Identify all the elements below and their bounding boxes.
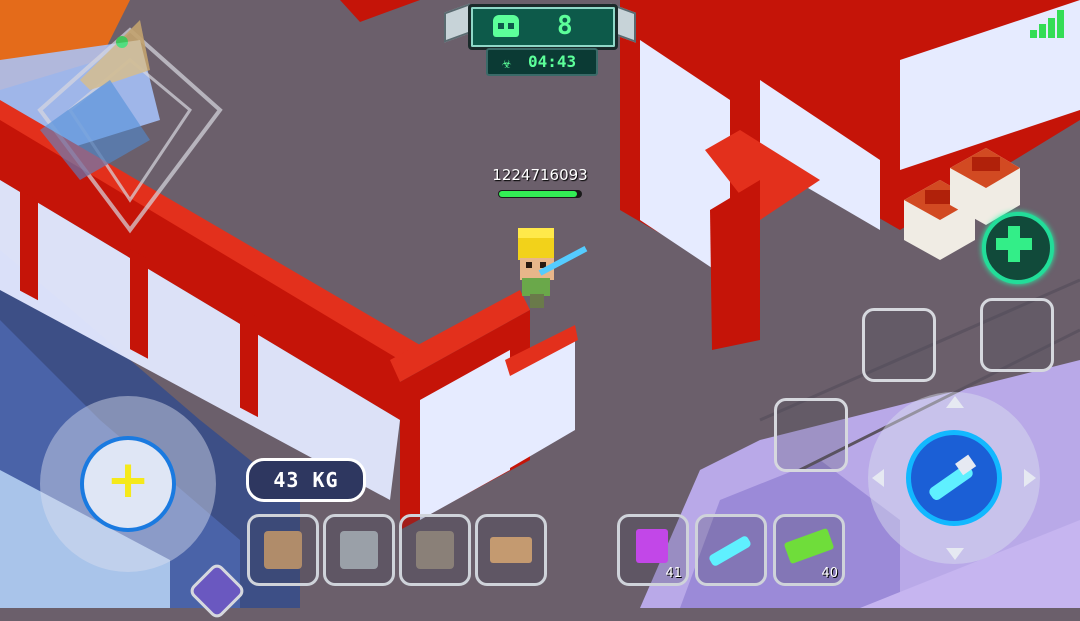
weapon-1-ammo: 41 [665, 566, 682, 581]
players-alive-count: 8 [557, 11, 573, 41]
heal-button[interactable] [982, 212, 1054, 284]
player-id-label: 1224716093 [492, 166, 588, 184]
players-alive-box: 8 [468, 4, 618, 50]
weapon-3-ammo: 40 [821, 566, 838, 581]
action-slot-3[interactable] [774, 398, 848, 472]
attack-button[interactable] [906, 430, 1002, 526]
health-fill [499, 191, 577, 197]
build-button[interactable]: + [80, 436, 176, 532]
laser-sword-slot-icon [707, 534, 753, 568]
action-slot-1[interactable] [862, 308, 936, 382]
match-status-panel: 8 ☣ 04:43 [440, 0, 640, 78]
weapon-slot-3[interactable]: 40 [773, 514, 845, 586]
build-plus-icon: + [106, 450, 150, 510]
resource-slot-stone[interactable] [323, 514, 395, 586]
action-slot-2[interactable] [980, 298, 1054, 372]
laser-sword-icon [929, 454, 977, 501]
resource-slot-cardboard[interactable] [247, 514, 319, 586]
inventory-weight-badge: 43 KG [246, 458, 366, 502]
arrow-right-icon [1024, 469, 1036, 487]
resource-slot-wood[interactable] [475, 514, 547, 586]
skull-icon [493, 15, 519, 37]
wood-planks-icon [490, 537, 532, 563]
movement-joystick[interactable]: + [40, 396, 216, 572]
green-launcher-icon [783, 527, 835, 565]
biohazard-icon: ☣ [502, 53, 512, 72]
resource-slot-metal[interactable] [399, 514, 471, 586]
signal-strength-icon [1030, 10, 1066, 38]
purple-blaster-icon [636, 529, 668, 563]
player-health-bar [498, 190, 582, 198]
metal-block-icon [416, 531, 454, 569]
cardboard-block-icon [264, 531, 302, 569]
stone-block-icon [340, 531, 378, 569]
arrow-up-icon [946, 396, 964, 408]
attack-joystick[interactable] [868, 392, 1040, 564]
arrow-left-icon [872, 469, 884, 487]
weapon-slot-1[interactable]: 41 [617, 514, 689, 586]
timer-text: 04:43 [528, 52, 577, 71]
weapon-slot-2[interactable] [695, 514, 767, 586]
medkit-plus-icon [996, 226, 1032, 262]
panel-wing-left [444, 3, 470, 43]
storm-timer: ☣ 04:43 [486, 48, 598, 76]
arrow-down-icon [946, 548, 964, 560]
